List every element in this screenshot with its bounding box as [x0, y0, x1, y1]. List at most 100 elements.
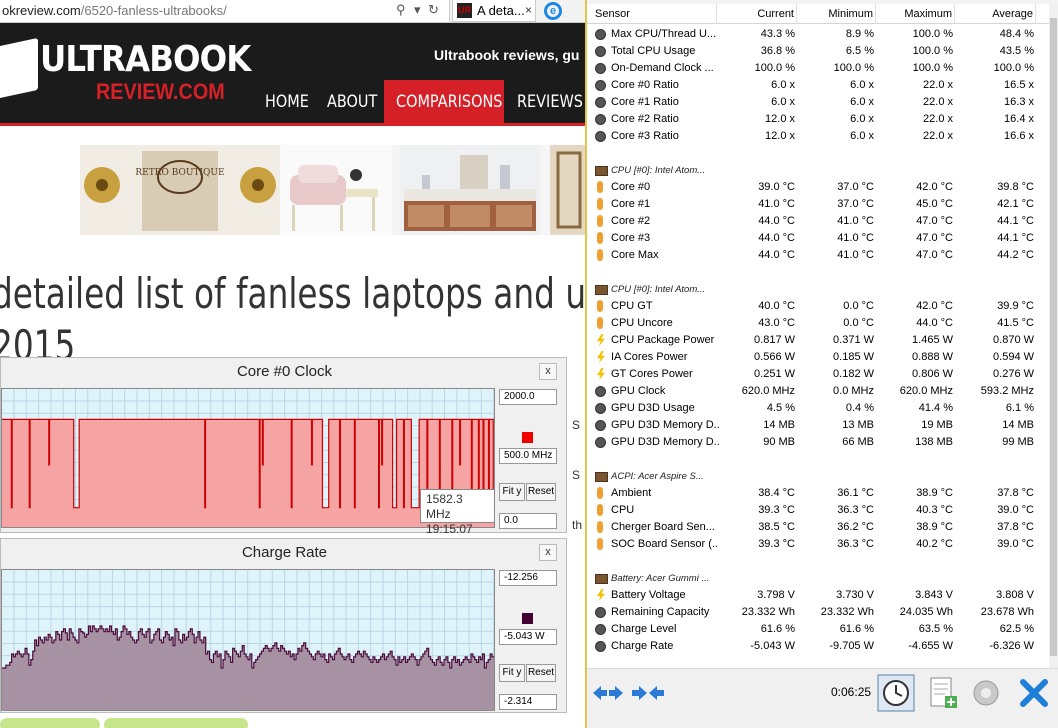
sensor-average: 14 MB: [1002, 419, 1034, 431]
nav-reviews[interactable]: REVIEWS: [517, 82, 583, 123]
col-header-maximum[interactable]: Maximum: [876, 4, 955, 24]
sensor-table: Sensor Current Minimum Maximum Average M…: [587, 4, 1049, 668]
ie-new-tab-icon[interactable]: e: [544, 2, 562, 20]
sensor-maximum: 0.806 W: [912, 368, 953, 380]
col-header-average[interactable]: Average: [955, 4, 1036, 24]
col-header-current[interactable]: Current: [717, 4, 797, 24]
sensor-row[interactable]: Core #0 39.0 °C 37.0 °C 42.0 °C 39.8 °C: [587, 179, 1049, 196]
settings-gear-icon[interactable]: [967, 674, 1005, 712]
graph-plot-area[interactable]: [1, 569, 495, 711]
sensor-name: ACPI: Acer Aspire S...: [611, 471, 704, 482]
sensor-row[interactable]: Core #2 44.0 °C 41.0 °C 47.0 °C 44.1 °C: [587, 213, 1049, 230]
sensor-maximum: 41.4 %: [918, 402, 953, 414]
sensor-row[interactable]: IA Cores Power 0.566 W 0.185 W 0.888 W 0.594…: [587, 349, 1049, 366]
graph-window-charge-rate[interactable]: Charge Rate x -12.256 -5.043 W Fit y Res…: [0, 538, 567, 713]
sensor-row[interactable]: Charge Level 61.6 % 61.6 % 63.5 % 62.5 %: [587, 621, 1049, 638]
sensor-row[interactable]: Core Max 44.0 °C 41.0 °C 47.0 °C 44.2 °C: [587, 247, 1049, 264]
sensor-row[interactable]: CPU GT 40.0 °C 0.0 °C 42.0 °C 39.9 °C: [587, 298, 1049, 315]
vertical-scrollbar[interactable]: [1049, 4, 1058, 668]
sensor-row[interactable]: On-Demand Clock ... 100.0 % 100.0 % 100.0 %…: [587, 60, 1049, 77]
page-bottom-tabs[interactable]: [0, 718, 585, 728]
sensor-group-header[interactable]: CPU [#0]: Intel Atom...: [587, 162, 1049, 179]
sensor-row[interactable]: Total CPU Usage 36.8 % 6.5 % 100.0 % 43.5 %: [587, 43, 1049, 60]
sensor-name: CPU [#0]: Intel Atom...: [611, 284, 706, 295]
graph-min-field[interactable]: 0.0: [499, 513, 557, 529]
graph-max-field[interactable]: -12.256: [499, 570, 557, 586]
sensor-row[interactable]: Core #1 Ratio 6.0 x 6.0 x 22.0 x 16.3 x: [587, 94, 1049, 111]
graph-color-swatch[interactable]: [522, 432, 533, 443]
col-header-minimum[interactable]: Minimum: [797, 4, 876, 24]
ad-image-bench: [280, 145, 392, 235]
sensor-row[interactable]: CPU Uncore 43.0 °C 0.0 °C 44.0 °C 41.5 °C: [587, 315, 1049, 332]
graph-color-swatch[interactable]: [522, 613, 533, 624]
logo-line2[interactable]: REVIEW.COM: [96, 79, 225, 105]
sensor-minimum: 8.9 %: [845, 28, 874, 40]
reset-button[interactable]: Reset: [526, 664, 556, 682]
close-x-icon[interactable]: [1015, 674, 1053, 712]
sensor-average: -6.326 W: [989, 640, 1034, 652]
graph-scale-field[interactable]: -5.043 W: [499, 629, 557, 645]
refresh-icon[interactable]: ↻: [428, 2, 439, 18]
graph-min-field[interactable]: -2.314: [499, 694, 557, 710]
logo-line1[interactable]: ULTRABOOK: [40, 39, 251, 80]
sensor-current: 43.3 %: [760, 28, 795, 40]
sensor-row[interactable]: CPU 39.3 °C 36.3 °C 40.3 °C 39.0 °C: [587, 502, 1049, 519]
side-letter-1: S: [572, 418, 581, 432]
sensor-row[interactable]: Core #1 41.0 °C 37.0 °C 45.0 °C 42.1 °C: [587, 196, 1049, 213]
scrollbar-thumb[interactable]: [1050, 18, 1057, 656]
ad-banner[interactable]: RETRO BOUTIQUE: [80, 145, 585, 235]
nav-about[interactable]: ABOUT: [327, 82, 377, 123]
sensor-row[interactable]: Max CPU/Thread U... 43.3 % 8.9 % 100.0 % 48.…: [587, 26, 1049, 43]
sensor-row[interactable]: Core #3 44.0 °C 41.0 °C 47.0 °C 44.1 °C: [587, 230, 1049, 247]
sensor-row[interactable]: Cherger Board Sen... 38.5 °C 36.2 °C 38.9 °…: [587, 519, 1049, 536]
dropdown-icon[interactable]: ▾: [414, 2, 421, 18]
graph-close-button[interactable]: x: [539, 544, 557, 561]
clock-icon[interactable]: [877, 674, 915, 712]
sensor-row[interactable]: Battery Voltage 3.798 V 3.730 V 3.843 V 3.80…: [587, 587, 1049, 604]
sensor-row[interactable]: GT Cores Power 0.251 W 0.182 W 0.806 W 0.276…: [587, 366, 1049, 383]
sensor-row[interactable]: Core #2 Ratio 12.0 x 6.0 x 22.0 x 16.4 x: [587, 111, 1049, 128]
graph-max-field[interactable]: 2000.0: [499, 389, 557, 405]
sensor-name: Remaining Capacity: [611, 606, 710, 618]
sensor-name: CPU Uncore: [611, 317, 673, 329]
nav-comparisons[interactable]: COMPARISONS: [396, 82, 502, 123]
sensor-gauge-icon: [595, 46, 606, 57]
nav-home[interactable]: HOME: [265, 82, 309, 123]
fit-y-button[interactable]: Fit y: [499, 664, 525, 682]
fit-y-button[interactable]: Fit y: [499, 483, 525, 501]
collapse-arrows-icon[interactable]: [629, 674, 667, 712]
expand-arrows-icon[interactable]: [589, 674, 627, 712]
sensor-row[interactable]: GPU Clock 620.0 MHz 0.0 MHz 620.0 MHz 593.2 …: [587, 383, 1049, 400]
graph-scale-field[interactable]: 500.0 MHz: [499, 448, 557, 464]
thermometer-icon: [597, 198, 603, 210]
sensor-gauge-icon: [595, 624, 606, 635]
sensor-row[interactable]: GPU D3D Memory D... 14 MB 13 MB 19 MB 14 MB: [587, 417, 1049, 434]
browser-tab[interactable]: UR A deta... ×: [452, 0, 536, 22]
add-report-icon[interactable]: [923, 674, 961, 712]
sensor-average: 16.4 x: [1004, 113, 1034, 125]
sensor-group-header[interactable]: Battery: Acer Gummi ...: [587, 570, 1049, 587]
sensor-current: 39.3 °C: [758, 504, 795, 516]
sensor-row[interactable]: Ambient 38.4 °C 36.1 °C 38.9 °C 37.8 °C: [587, 485, 1049, 502]
sensor-average: 16.6 x: [1004, 130, 1034, 142]
sensor-row[interactable]: Charge Rate -5.043 W -9.705 W -4.655 W -6.32…: [587, 638, 1049, 655]
sensor-maximum: 22.0 x: [923, 113, 953, 125]
sensor-maximum: 40.3 °C: [916, 504, 953, 516]
sensor-row[interactable]: Remaining Capacity 23.332 Wh 23.332 Wh 24.0…: [587, 604, 1049, 621]
lightning-bolt-icon: [597, 334, 605, 346]
sensor-group-header[interactable]: ACPI: Acer Aspire S...: [587, 468, 1049, 485]
sensor-spacer: [587, 553, 1049, 570]
sensor-row[interactable]: GPU D3D Usage 4.5 % 0.4 % 41.4 % 6.1 %: [587, 400, 1049, 417]
tab-close-icon[interactable]: ×: [525, 0, 532, 21]
sensor-row[interactable]: GPU D3D Memory D... 90 MB 66 MB 138 MB 99 MB: [587, 434, 1049, 451]
sensor-group-header[interactable]: CPU [#0]: Intel Atom...: [587, 281, 1049, 298]
reset-button[interactable]: Reset: [526, 483, 556, 501]
col-header-sensor[interactable]: Sensor: [587, 4, 717, 24]
address-bar[interactable]: okreview.com/6520-fanless-ultrabooks/: [0, 0, 450, 22]
sensor-row[interactable]: Core #3 Ratio 12.0 x 6.0 x 22.0 x 16.6 x: [587, 128, 1049, 145]
sensor-row[interactable]: CPU Package Power 0.817 W 0.371 W 1.465 W 0.…: [587, 332, 1049, 349]
search-icon[interactable]: ⚲: [396, 2, 406, 18]
sensor-row[interactable]: SOC Board Sensor (... 39.3 °C 36.3 °C 40.2 …: [587, 536, 1049, 553]
graph-close-button[interactable]: x: [539, 363, 557, 380]
sensor-row[interactable]: Core #0 Ratio 6.0 x 6.0 x 22.0 x 16.5 x: [587, 77, 1049, 94]
